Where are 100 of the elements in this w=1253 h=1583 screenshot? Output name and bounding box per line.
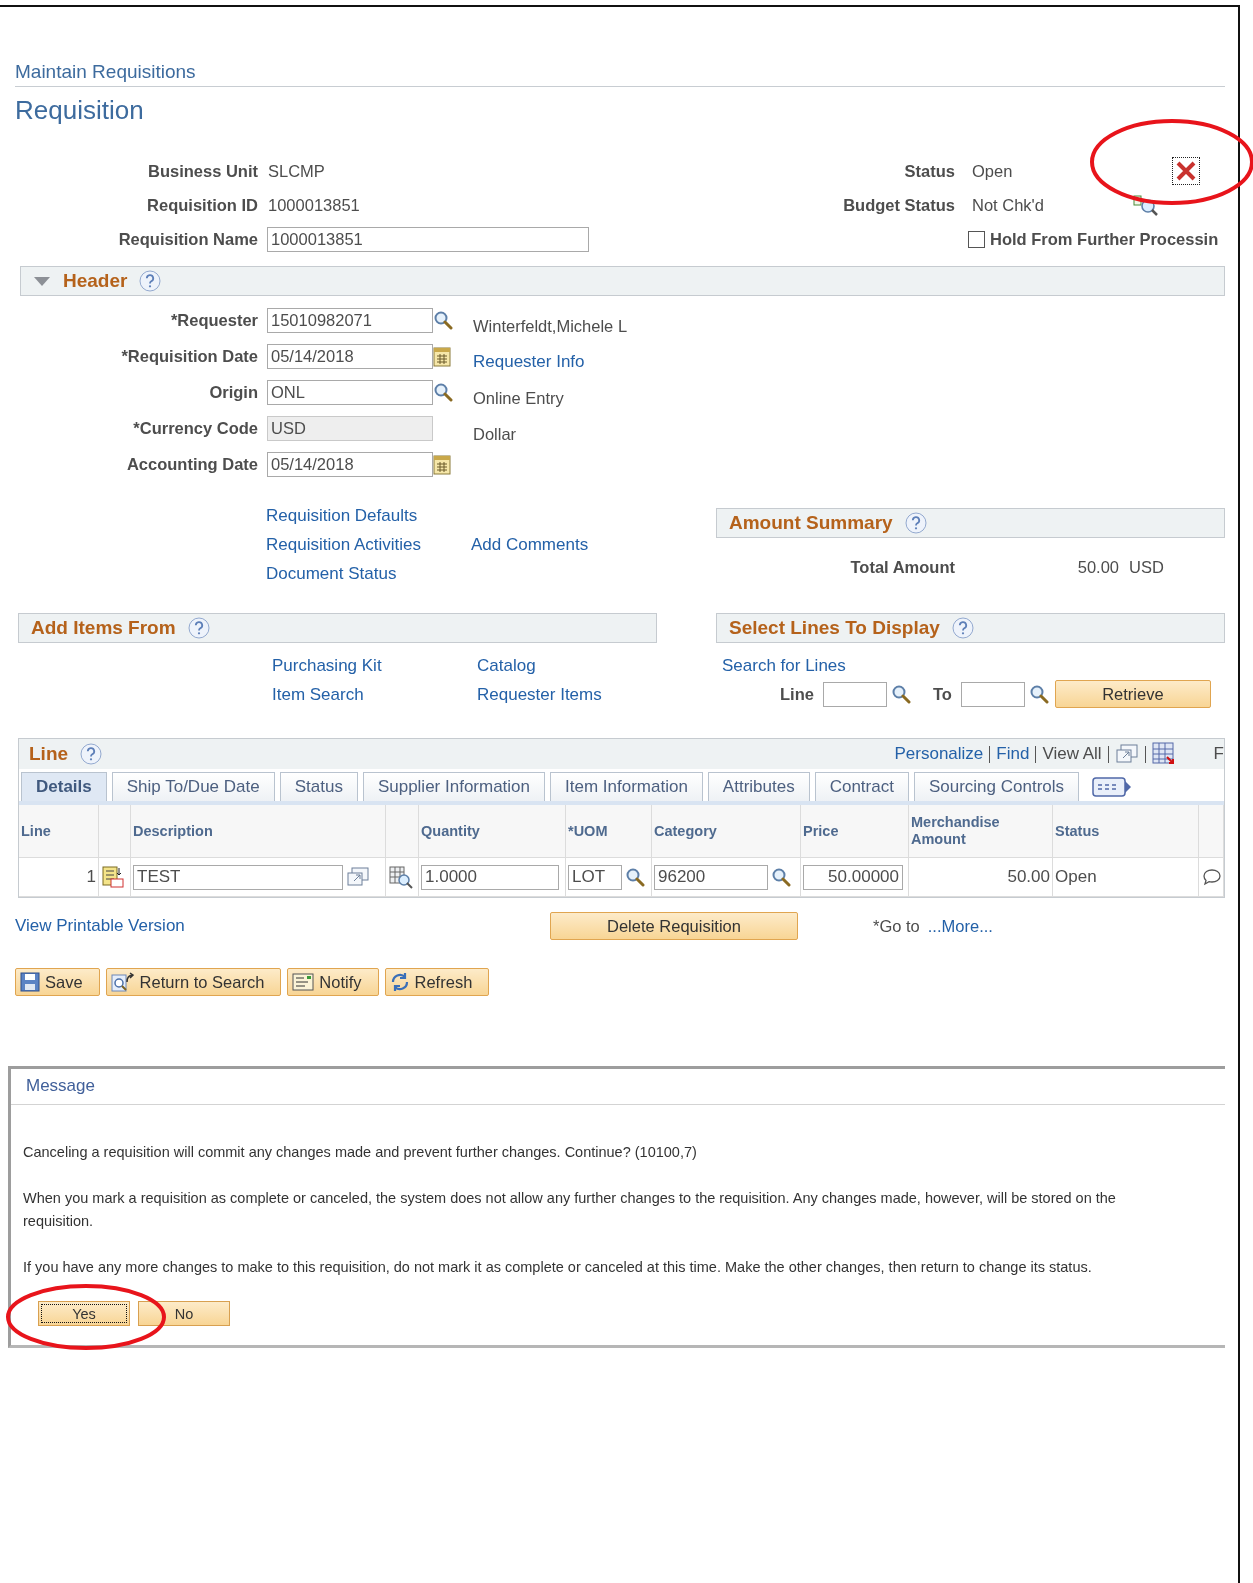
page-link[interactable]: Requisition Activities: [266, 530, 471, 559]
comment-icon[interactable]: [1201, 867, 1221, 887]
show-all-columns-icon[interactable]: [1092, 776, 1133, 798]
help-icon[interactable]: [139, 270, 162, 292]
add-items-link[interactable]: Item Search: [272, 679, 471, 709]
retrieve-button[interactable]: Retrieve: [1054, 680, 1211, 708]
search-icon[interactable]: [890, 684, 911, 704]
checkbox-label: Hold From Further Processin: [990, 229, 1219, 249]
quantity-field[interactable]: 1.0000: [421, 864, 559, 890]
field-label: *Currency Code: [133, 418, 259, 438]
page-link[interactable]: Add Comments: [471, 530, 716, 559]
field-description: Online Entry: [472, 389, 565, 409]
toolbar-button[interactable]: Refresh: [384, 968, 490, 996]
uom-field[interactable]: LOT: [568, 864, 622, 890]
page-link[interactable]: Document Status: [266, 559, 471, 588]
field-label: Requisition Name: [118, 229, 259, 249]
field-label: To: [932, 684, 953, 704]
dialog-button[interactable]: No: [138, 1301, 230, 1326]
toolbar-button[interactable]: Notify: [287, 968, 379, 996]
field-label: Accounting Date: [126, 454, 259, 474]
item-search-icon[interactable]: [388, 865, 414, 889]
field-description: Winterfeldt,Michele L: [472, 317, 629, 337]
category-field[interactable]: 96200: [654, 864, 768, 890]
section-title: Select Lines To Display: [729, 617, 940, 639]
column-header[interactable]: Merchandise Amount: [909, 805, 1053, 857]
column-header[interactable]: Category: [652, 805, 801, 857]
budget-check-icon[interactable]: [1133, 194, 1159, 216]
breadcrumb-link[interactable]: Maintain Requisitions: [15, 61, 196, 83]
add-items-link[interactable]: Catalog: [477, 650, 716, 680]
column-header[interactable]: Price: [801, 805, 909, 857]
search-for-lines-link[interactable]: Search for Lines: [722, 656, 846, 675]
grid-tab[interactable]: Attributes: [707, 772, 810, 801]
grid-tool-link[interactable]: Personalize: [894, 744, 984, 764]
add-items-link[interactable]: Requester Items: [477, 679, 716, 709]
spreadsheet-download-icon[interactable]: [1151, 742, 1176, 766]
grid-tab[interactable]: Ship To/Due Date: [111, 772, 275, 801]
line-to-field[interactable]: [960, 681, 1025, 707]
help-icon[interactable]: [904, 512, 927, 534]
grid-tab[interactable]: Supplier Information: [362, 772, 546, 801]
search-icon[interactable]: [771, 867, 791, 887]
grid-tab[interactable]: Details: [21, 772, 107, 801]
text-field[interactable]: ONL: [267, 379, 433, 405]
grid-tool-link[interactable]: Find: [996, 744, 1030, 764]
currency-code: USD: [1129, 558, 1164, 577]
grid-tab[interactable]: Contract: [814, 772, 909, 801]
new-window-icon[interactable]: [1114, 744, 1139, 764]
toolbar-button[interactable]: Save: [15, 968, 100, 996]
calendar-icon[interactable]: [433, 345, 451, 367]
toolbar-button[interactable]: Return to Search: [105, 968, 282, 996]
column-header[interactable]: Quantity: [419, 805, 566, 857]
field-value: 1000013851: [267, 195, 360, 215]
grid-tab[interactable]: Sourcing Controls: [913, 772, 1080, 801]
hold-checkbox[interactable]: [968, 230, 985, 248]
field-description: Dollar: [472, 425, 518, 445]
go-to-label: *Go to: [873, 916, 920, 935]
grid-tab[interactable]: Item Information: [550, 772, 703, 801]
text-field[interactable]: 05/14/2018: [267, 343, 433, 369]
more-link[interactable]: ...More...: [927, 916, 993, 935]
delete-requisition-button[interactable]: Delete Requisition: [550, 912, 798, 940]
view-all-label: View All: [1042, 744, 1102, 764]
cancel-button[interactable]: [1172, 157, 1200, 185]
search-icon[interactable]: [433, 310, 453, 330]
section-title: Amount Summary: [729, 512, 893, 534]
help-icon[interactable]: [951, 617, 974, 639]
search-icon[interactable]: [625, 867, 645, 887]
line-details-icon[interactable]: [101, 865, 125, 889]
view-printable-link[interactable]: View Printable Version: [15, 916, 185, 935]
field-value: Open: [971, 161, 1013, 181]
column-header[interactable]: Description: [131, 805, 386, 857]
grid-tab[interactable]: Status: [279, 772, 358, 801]
column-header[interactable]: Status: [1053, 805, 1199, 857]
page-link[interactable]: Requisition Defaults: [266, 501, 471, 530]
column-header[interactable]: *UOM: [566, 805, 652, 857]
field-label: Requisition ID: [147, 195, 259, 215]
price-field[interactable]: 50.00000: [803, 864, 903, 890]
column-header[interactable]: Line: [19, 805, 99, 857]
text-field[interactable]: 05/14/2018: [267, 451, 433, 477]
truncated-label: F: [1213, 744, 1224, 764]
help-icon[interactable]: [187, 617, 210, 639]
description-field[interactable]: TEST: [133, 864, 343, 890]
text-field[interactable]: USD: [267, 415, 433, 441]
line-from-field[interactable]: [822, 681, 887, 707]
requisition-name-field[interactable]: 1000013851: [267, 226, 589, 252]
help-icon[interactable]: [80, 743, 103, 765]
search-icon[interactable]: [1028, 684, 1049, 704]
message-text: If you have any more changes to make to this requisition, do not mark it as complete or canceled at this time. Make the other changes, then return to change its status.: [23, 1258, 1093, 1277]
calendar-icon[interactable]: [433, 453, 451, 475]
magnifier-arrow-icon: [110, 972, 135, 992]
field-value: SLCMP: [267, 161, 325, 181]
section-title: Line: [29, 743, 69, 765]
new-window-icon[interactable]: [346, 867, 370, 887]
text-field[interactable]: 15010982071: [267, 307, 433, 333]
dialog-button[interactable]: Yes: [38, 1301, 130, 1326]
collapse-triangle-icon[interactable]: [33, 275, 51, 287]
add-items-link[interactable]: Purchasing Kit: [272, 650, 471, 680]
section-title: Header: [63, 270, 128, 292]
line-number: 1: [19, 857, 99, 897]
field-label: Status: [904, 161, 956, 181]
requester-info-link[interactable]: Requester Info: [468, 352, 1225, 374]
search-icon[interactable]: [433, 382, 453, 402]
